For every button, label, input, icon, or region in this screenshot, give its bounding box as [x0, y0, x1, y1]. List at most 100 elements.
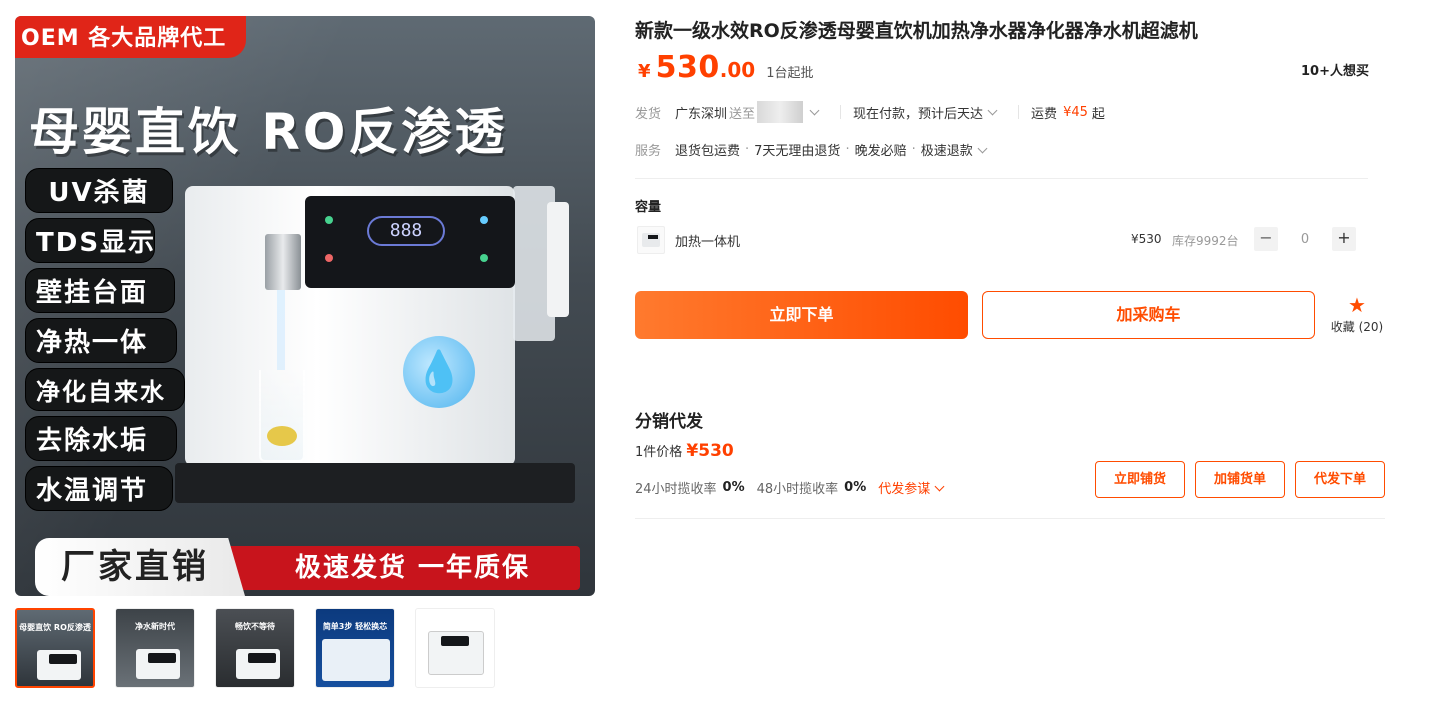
service-separator: ·	[911, 142, 916, 157]
want-count: 10+人想买	[1301, 64, 1369, 79]
shipping-fee-label: 运费	[1031, 106, 1058, 122]
buy-now-button[interactable]: 立即下单	[635, 291, 968, 339]
thumbnail-steps	[322, 639, 390, 681]
divider	[840, 105, 842, 119]
oem-tag: OEM 各大品牌代工	[15, 16, 247, 58]
thumbnail-product	[37, 650, 81, 680]
water-stream	[277, 290, 285, 370]
quantity-increment-button[interactable]: +	[1332, 227, 1356, 251]
price-integer: 530	[655, 50, 720, 85]
panel-indicator	[480, 254, 488, 262]
sku-thumbnail	[637, 226, 665, 254]
panel-indicator	[325, 254, 333, 262]
price-currency: ¥	[638, 61, 651, 82]
thumbnail-2[interactable]: 净水新时代	[115, 608, 195, 688]
chevron-down-icon[interactable]	[934, 481, 945, 491]
list-now-button[interactable]: 立即铺货	[1095, 461, 1185, 498]
service-item: 晚发必赔	[854, 144, 907, 159]
destination-select[interactable]	[757, 101, 804, 123]
price-decimal: .00	[719, 58, 756, 82]
panel-indicator	[480, 216, 488, 224]
service-separator: ·	[845, 142, 850, 157]
dispenser-display: 888	[367, 216, 445, 246]
main-product-image[interactable]: OEM 各大品牌代工 母婴直饮 RO反渗透 UV杀菌 TDS显示 壁挂台面 净热…	[15, 16, 595, 596]
feature-pill: 去除水垢	[25, 416, 177, 461]
rate-24h-label: 24小时揽收率	[635, 482, 717, 497]
chevron-down-icon[interactable]	[977, 143, 988, 153]
thumbnail-product	[236, 649, 280, 679]
distribution-price-value: ¥530	[686, 441, 734, 461]
add-to-cart-button[interactable]: 加采购车	[982, 291, 1315, 339]
quantity-input[interactable]: 0	[1278, 232, 1332, 247]
thumbnail-5[interactable]	[415, 608, 495, 688]
service-item: 退货包运费	[675, 144, 741, 159]
rate-24h-value: 0%	[722, 480, 745, 495]
service-row: 服务 退货包运费 · 7天无理由退货 · 晚发必赔 · 极速退款	[635, 140, 996, 159]
dispenser-handle	[547, 202, 569, 317]
image-headline: 母婴直饮 RO反渗透	[29, 103, 508, 161]
divider	[635, 178, 1368, 179]
feature-pill: 净化自来水	[25, 368, 185, 411]
chevron-down-icon[interactable]	[809, 105, 820, 116]
feature-pill: 净热一体	[25, 318, 177, 363]
distribution-title: 分销代发	[635, 412, 703, 432]
add-listing-button[interactable]: 加铺货单	[1195, 461, 1285, 498]
thumbnail-product	[136, 649, 180, 679]
rate-48h-label: 48小时揽收率	[756, 482, 839, 497]
thumbnail-1[interactable]: 母婴直饮 RO反渗透	[15, 608, 95, 688]
thumbnail-4[interactable]: 简单3步 轻松换芯	[315, 608, 395, 688]
thumbnail-caption: 净水新时代	[135, 622, 175, 631]
divider	[635, 518, 1385, 519]
pickup-rates: 24小时揽收率 0% 48小时揽收率 0% 代发参谋	[635, 478, 945, 497]
divider	[1018, 105, 1020, 119]
quantity-decrement-button[interactable]: −	[1254, 227, 1278, 251]
feature-pill: UV杀菌	[25, 168, 173, 213]
thumbnail-caption: 母婴直饮 RO反渗透	[19, 623, 91, 632]
ship-to-label: 送至	[729, 106, 756, 122]
sku-name: 加热一体机	[675, 235, 741, 250]
capacity-label: 容量	[635, 200, 662, 215]
thumbnail-caption: 畅饮不等待	[235, 622, 275, 631]
thumbnail-strip: 母婴直饮 RO反渗透 净水新时代 畅饮不等待 简单3步 轻松换芯	[15, 608, 495, 688]
service-separator: ·	[745, 142, 750, 157]
lemon-slice	[267, 426, 297, 446]
feature-pill: 壁挂台面	[25, 268, 175, 313]
sku-stock: 库存9992台	[1172, 234, 1239, 248]
price-block: ¥ 530.00 1台起批	[638, 50, 814, 85]
dispenser-base	[175, 463, 575, 503]
water-drop-icon: 💧	[403, 336, 475, 408]
feature-pill: TDS显示	[25, 218, 155, 263]
banner-factory-direct: 厂家直销	[35, 538, 245, 596]
shipping-fee-suffix: 起	[1091, 106, 1105, 122]
dispenser-spout	[265, 234, 301, 290]
shipping-origin: 广东深圳	[675, 106, 728, 122]
dropship-reference-link[interactable]: 代发参谋	[878, 478, 930, 497]
feature-list: UV杀菌 TDS显示 壁挂台面 净热一体 净化自来水 去除水垢 水温调节	[25, 168, 190, 516]
banner-slogan: 极速发货 一年质保	[225, 546, 580, 590]
distribution-price: 1件价格 ¥530	[635, 441, 734, 461]
min-order-qty: 1台起批	[766, 66, 814, 81]
favorite-button[interactable]: ★ 收藏 (20)	[1326, 294, 1388, 335]
water-glass	[259, 370, 305, 462]
water-dispenser-illustration: 888 💧	[185, 166, 569, 466]
shipping-fee-value: ¥45	[1063, 104, 1088, 120]
sku-price: ¥530	[1131, 232, 1162, 246]
dropship-order-button[interactable]: 代发下单	[1295, 461, 1385, 498]
service-item: 极速退款	[920, 144, 973, 159]
bottom-banner: 极速发货 一年质保 厂家直销	[35, 538, 580, 596]
panel-indicator	[325, 216, 333, 224]
service-item: 7天无理由退货	[754, 144, 841, 159]
product-title: 新款一级水效RO反渗透母婴直饮机加热净水器净化器净水机超滤机	[635, 20, 1198, 42]
chevron-down-icon[interactable]	[987, 105, 998, 116]
thumbnail-product	[428, 631, 484, 675]
star-icon: ★	[1348, 293, 1366, 317]
delivery-estimate: 现在付款，预计后天达	[853, 106, 984, 122]
favorite-label: 收藏 (20)	[1330, 320, 1384, 334]
thumbnail-caption: 简单3步 轻松换芯	[322, 622, 388, 631]
rate-48h-value: 0%	[844, 480, 867, 495]
shipping-label: 发货	[635, 106, 662, 122]
thumbnail-3[interactable]: 畅饮不等待	[215, 608, 295, 688]
distribution-price-label: 1件价格	[635, 445, 683, 460]
quantity-stepper: − 0 +	[1254, 227, 1356, 251]
dispenser-control-panel: 888	[305, 196, 515, 288]
